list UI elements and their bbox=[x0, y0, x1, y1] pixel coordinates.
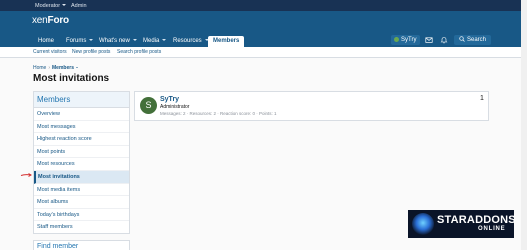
site-logo[interactable]: xenForo bbox=[32, 15, 69, 26]
sidebar-heading: Members bbox=[34, 92, 129, 108]
bell-icon[interactable] bbox=[440, 36, 448, 44]
sidebar-item-overview[interactable]: Overview bbox=[34, 108, 129, 121]
find-member-heading: Find member bbox=[37, 243, 79, 250]
watermark-subtitle: ONLINE bbox=[478, 226, 506, 232]
logo-text-xen: xen bbox=[32, 15, 48, 26]
main-navigation: Home Forums What's new Media Resources M… bbox=[0, 33, 527, 47]
tab-media-label: Media bbox=[143, 38, 160, 44]
red-arrow-annotation-icon bbox=[20, 173, 32, 177]
moderator-label: Moderator bbox=[35, 2, 61, 9]
watermark-title: STARADDONS bbox=[437, 214, 516, 226]
invitation-count: 1 bbox=[480, 95, 484, 102]
breadcrumb-members-label: Members bbox=[52, 65, 74, 71]
admin-link[interactable]: Admin bbox=[71, 3, 87, 9]
user-name: SyTry bbox=[401, 37, 417, 43]
chevron-down-icon bbox=[75, 67, 78, 68]
user-avatar bbox=[394, 36, 399, 42]
top-bar: Moderator Admin bbox=[0, 0, 527, 11]
find-member-block: Find member bbox=[33, 240, 130, 250]
page-title: Most invitations bbox=[33, 73, 110, 84]
subnav-current-visitors[interactable]: Current visitors bbox=[33, 49, 67, 55]
user-menu[interactable]: SyTry bbox=[391, 35, 421, 45]
staraddons-watermark: STARADDONS ONLINE bbox=[408, 210, 516, 238]
tab-home[interactable]: Home bbox=[38, 36, 54, 47]
sidebar-item-most-messages[interactable]: Most messages bbox=[34, 121, 129, 134]
subnav-new-profile-posts[interactable]: New profile posts bbox=[72, 49, 110, 55]
tab-resources[interactable]: Resources bbox=[173, 36, 209, 47]
member-name-link[interactable]: SyTry bbox=[160, 96, 179, 103]
tab-resources-label: Resources bbox=[173, 38, 202, 44]
sidebar-item-todays-birthdays[interactable]: Today's birthdays bbox=[34, 209, 129, 222]
sidebar-item-most-invitations[interactable]: Most invitations bbox=[34, 171, 129, 184]
sidebar-item-most-media-items[interactable]: Most media items bbox=[34, 184, 129, 197]
breadcrumb-separator: › bbox=[48, 65, 51, 71]
sub-navigation: Current visitors New profile posts Searc… bbox=[0, 47, 527, 58]
tab-forums[interactable]: Forums bbox=[66, 36, 94, 47]
member-title: Administrator bbox=[160, 104, 190, 110]
logo-text-foro: Foro bbox=[47, 15, 70, 26]
sidebar-item-most-points[interactable]: Most points bbox=[34, 146, 129, 159]
sidebar-item-most-resources[interactable]: Most resources bbox=[34, 158, 129, 171]
member-avatar[interactable]: S bbox=[140, 97, 157, 114]
tab-whats-new-label: What's new bbox=[99, 38, 130, 44]
sidebar-item-most-albums[interactable]: Most albums bbox=[34, 196, 129, 209]
member-card: S SyTry Administrator Messages: 2 · Reso… bbox=[134, 91, 489, 121]
breadcrumb: Home › Members bbox=[33, 65, 78, 71]
sidebar-item-highest-reaction-score[interactable]: Highest reaction score bbox=[34, 133, 129, 146]
members-sidebar: Members Overview Most messages Highest r… bbox=[33, 91, 130, 234]
chevron-down-icon bbox=[89, 39, 94, 41]
tab-whats-new[interactable]: What's new bbox=[99, 36, 137, 47]
chevron-down-icon bbox=[162, 39, 167, 41]
tab-media[interactable]: Media bbox=[143, 36, 167, 47]
breadcrumb-members[interactable]: Members bbox=[52, 65, 78, 71]
search-label: Search bbox=[467, 37, 487, 43]
search-icon bbox=[459, 35, 465, 42]
breadcrumb-home[interactable]: Home bbox=[33, 65, 46, 71]
star-logo-icon bbox=[412, 213, 434, 235]
chevron-down-icon bbox=[62, 3, 67, 6]
member-stats: Messages: 2 · Resources: 2 · Reaction sc… bbox=[160, 111, 277, 116]
sidebar-item-staff-members[interactable]: Staff members bbox=[34, 221, 129, 234]
envelope-icon[interactable] bbox=[425, 36, 433, 44]
tab-members[interactable]: Members bbox=[208, 36, 245, 47]
page-scrollbar[interactable] bbox=[521, 0, 527, 250]
search-button[interactable]: Search bbox=[454, 35, 492, 45]
subnav-search-profile-posts[interactable]: Search profile posts bbox=[117, 49, 161, 55]
moderator-menu[interactable]: Moderator bbox=[35, 2, 67, 9]
tab-forums-label: Forums bbox=[66, 38, 87, 44]
site-header: xenForo bbox=[0, 11, 527, 33]
chevron-down-icon bbox=[132, 39, 137, 41]
